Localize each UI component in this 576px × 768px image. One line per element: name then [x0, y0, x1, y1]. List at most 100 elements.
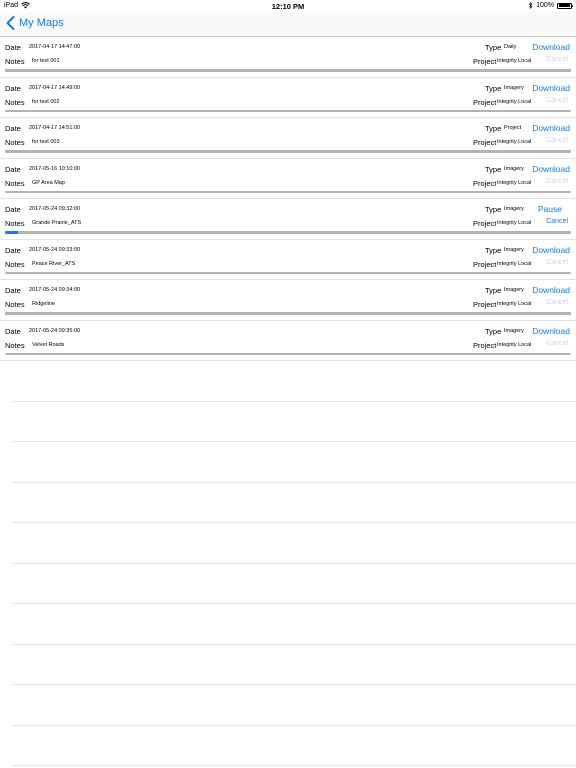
date-label: Date — [5, 286, 21, 295]
back-button[interactable]: My Maps — [6, 16, 64, 30]
type-label: Type — [485, 43, 502, 52]
cancel-button: Cancel — [546, 96, 568, 104]
project-value: Integrity Local — [497, 179, 532, 186]
notes-label: Notes — [5, 219, 25, 228]
download-button[interactable]: Download — [510, 285, 570, 295]
empty-table-row — [12, 483, 576, 523]
download-progress-bar — [5, 150, 571, 153]
date-value: 2017-04-17 14:51:00 — [29, 125, 81, 131]
notes-label: Notes — [5, 138, 25, 147]
map-row: Date 2017-05-16 10:10:00 Notes GP Area M… — [0, 159, 576, 199]
date-value: 2017-05-24 09:32:00 — [29, 206, 81, 212]
empty-table-row — [12, 685, 576, 726]
date-value: 2017-04-17 14:49:00 — [29, 84, 81, 91]
project-label: Project — [473, 259, 497, 269]
map-row: Date 2017-04-17 14:49:00 Notes for test … — [0, 78, 576, 118]
project-value: Integrity Local — [497, 98, 532, 105]
project-value: Integrity Local — [497, 58, 532, 64]
type-label: Type — [485, 245, 502, 255]
project-value: Integrity Local — [497, 341, 532, 348]
notes-value: for test 003 — [32, 139, 60, 145]
empty-table-row — [12, 361, 576, 402]
map-row: Date 2017-04-17 14:51:00 Notes for test … — [0, 118, 576, 159]
type-label: Type — [485, 205, 502, 214]
project-value: Integrity Local — [497, 139, 532, 145]
project-label: Project — [473, 97, 497, 107]
type-label: Type — [485, 83, 502, 93]
download-button[interactable]: Download — [510, 83, 570, 93]
empty-table-row — [12, 604, 576, 645]
cancel-button: Cancel — [546, 339, 568, 347]
download-button[interactable]: Download — [510, 245, 570, 255]
type-label: Type — [485, 124, 502, 133]
empty-table-row — [12, 523, 576, 564]
empty-table-row — [12, 726, 576, 766]
type-label: Type — [485, 286, 502, 295]
map-row: Date 2017-05-24 09:32:00 Notes Grande Pr… — [0, 199, 576, 240]
cancel-button: Cancel — [546, 177, 568, 185]
type-label: Type — [485, 164, 502, 174]
empty-table-row — [12, 402, 576, 442]
project-label: Project — [473, 300, 497, 309]
date-value: 2017-04-17 14:47:00 — [29, 44, 81, 50]
project-label: Project — [473, 340, 497, 350]
maps-list: Date 2017-04-17 14:47:00 Notes for test … — [0, 37, 576, 766]
download-button[interactable]: Download — [510, 326, 570, 336]
project-value: Integrity Local — [497, 260, 532, 267]
project-label: Project — [473, 219, 497, 228]
download-button[interactable]: Download — [510, 123, 570, 133]
notes-value: Grande Prairie_ATS — [32, 220, 82, 226]
type-label: Type — [485, 326, 502, 336]
download-progress-bar — [5, 109, 571, 112]
date-value: 2017-05-16 10:10:00 — [29, 165, 81, 172]
notes-value: Ridgeline — [32, 301, 55, 307]
battery-icon — [557, 2, 574, 9]
notes-value: for test 002 — [32, 98, 60, 105]
navigation-bar: My Maps — [0, 12, 576, 37]
download-button[interactable]: Download — [510, 164, 570, 174]
project-label: Project — [473, 178, 497, 188]
download-progress-bar — [5, 231, 571, 234]
download-progress-bar — [5, 352, 571, 355]
cancel-button: Cancel — [546, 56, 568, 63]
date-label: Date — [5, 326, 21, 336]
download-progress-bar — [5, 69, 571, 72]
download-progress-bar — [5, 312, 571, 315]
chevron-left-icon — [6, 16, 15, 30]
status-right: 100% — [528, 2, 574, 9]
cancel-button: Cancel — [546, 299, 568, 306]
empty-table-row — [12, 564, 576, 604]
empty-table-row — [12, 645, 576, 685]
map-row: Date 2017-04-17 14:47:00 Notes for test … — [0, 37, 576, 78]
date-label: Date — [5, 124, 21, 133]
date-label: Date — [5, 83, 21, 93]
download-button[interactable]: Download — [510, 42, 570, 52]
notes-label: Notes — [5, 300, 25, 309]
project-value: Integrity Local — [497, 301, 532, 307]
date-value: 2017-05-24 09:34:00 — [29, 287, 81, 293]
download-progress-bar — [5, 271, 571, 274]
status-time: 12:10 PM — [271, 2, 305, 11]
date-label: Date — [5, 245, 21, 255]
date-value: 2017-05-24 09:33:00 — [29, 246, 81, 253]
notes-label: Notes — [5, 57, 25, 66]
cancel-button: Cancel — [546, 258, 568, 266]
date-label: Date — [5, 205, 21, 214]
date-label: Date — [5, 164, 21, 174]
notes-label: Notes — [5, 259, 25, 269]
notes-value: GP Area Map — [32, 179, 65, 186]
map-row: Date 2017-05-24 09:34:00 Notes Ridgeline… — [0, 280, 576, 321]
notes-value: Peace River_ATS — [32, 260, 76, 267]
download-progress-fill — [5, 231, 19, 234]
notes-label: Notes — [5, 340, 25, 350]
notes-value: for test 001 — [32, 58, 60, 64]
project-value: Integrity Local — [497, 220, 532, 226]
back-button-label: My Maps — [19, 17, 64, 29]
bluetooth-icon — [528, 2, 533, 9]
project-label: Project — [473, 138, 497, 147]
pause-button[interactable]: Pause — [502, 204, 562, 214]
notes-label: Notes — [5, 97, 25, 107]
map-row: Date 2017-05-24 09:33:00 Notes Peace Riv… — [0, 240, 576, 280]
cancel-button[interactable]: Cancel — [528, 218, 568, 225]
date-value: 2017-05-24 09:35:00 — [29, 327, 81, 334]
